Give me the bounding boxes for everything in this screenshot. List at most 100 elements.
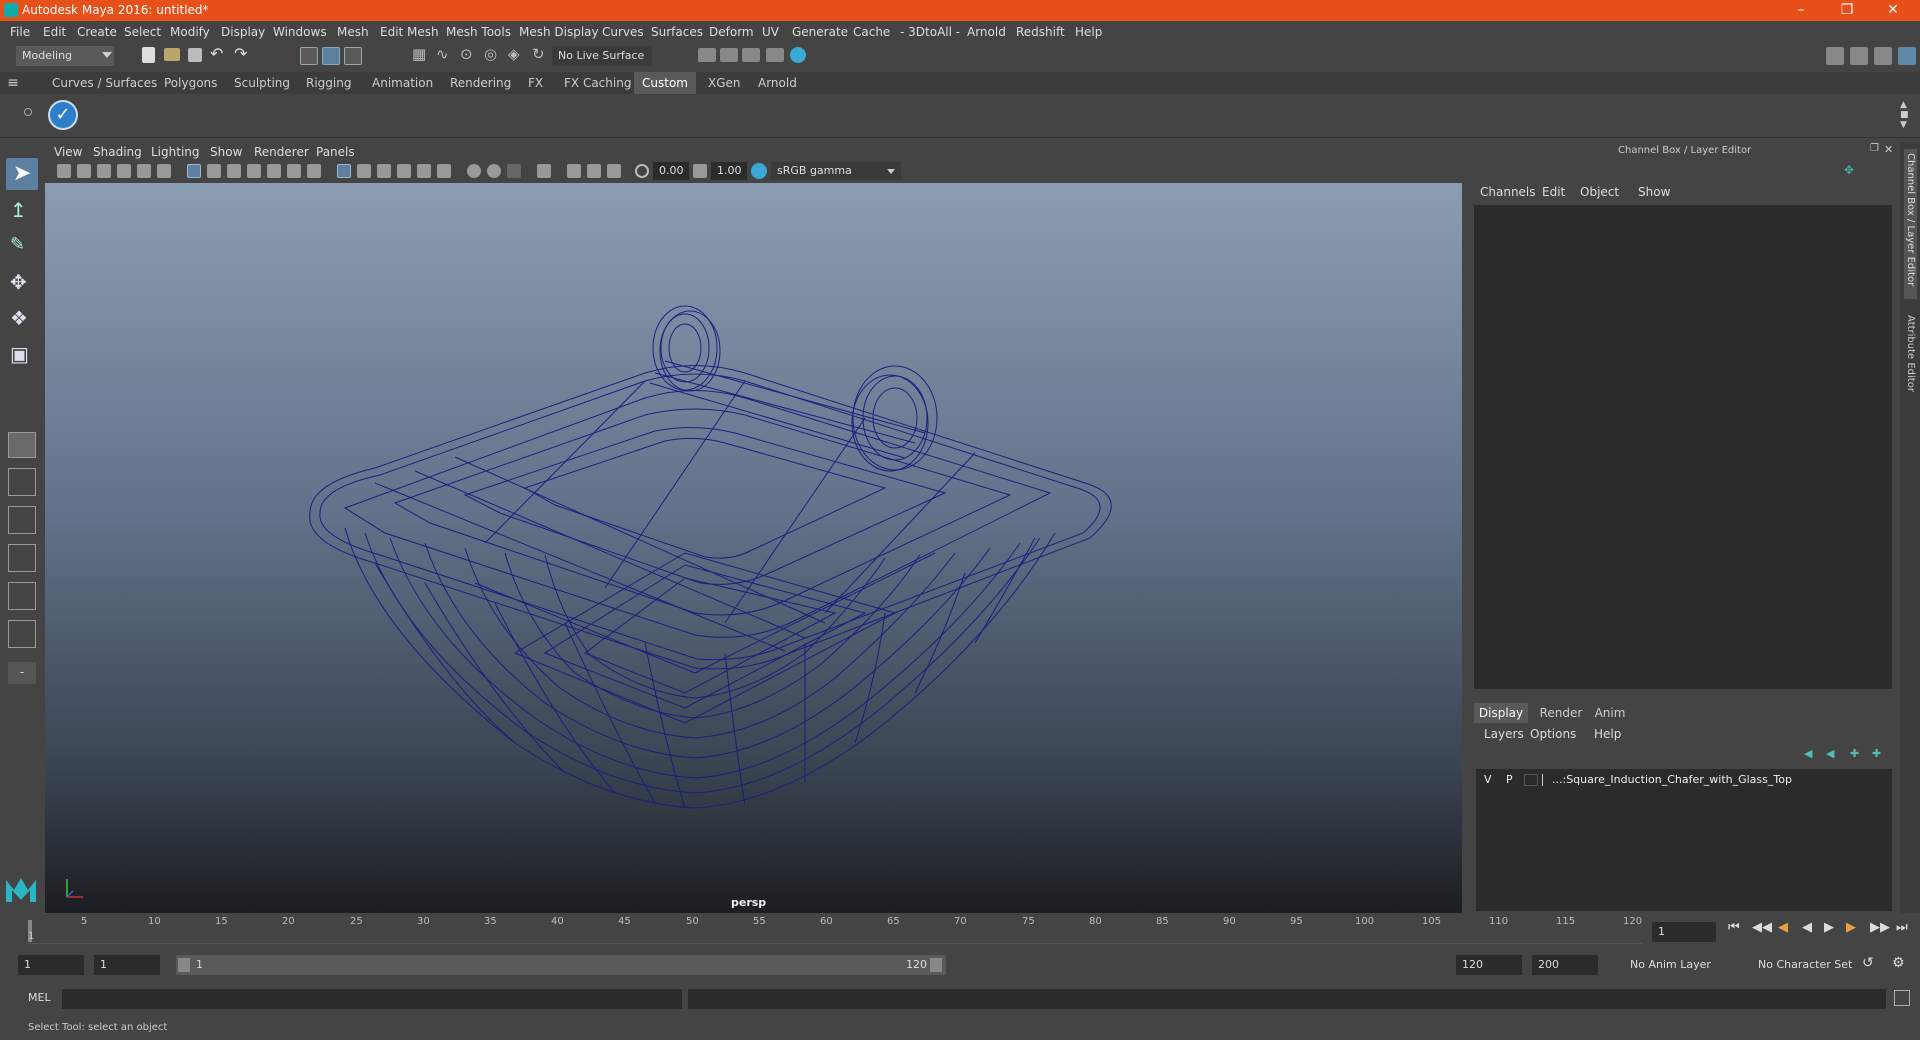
redo-icon[interactable]: ↷ — [234, 44, 247, 63]
cb-menu-channels[interactable]: Channels — [1480, 185, 1536, 199]
menu-curves[interactable]: Curves — [602, 25, 644, 39]
motion-blur-icon[interactable] — [507, 164, 521, 178]
custom-tool-icon[interactable]: ✓ — [48, 100, 78, 130]
layer-menu-options[interactable]: Options — [1530, 727, 1576, 741]
move-layer-up-icon[interactable]: ◀ — [1804, 747, 1812, 760]
menu-display[interactable]: Display — [221, 25, 265, 39]
close-panel-icon[interactable]: ✕ — [1884, 143, 1893, 156]
select-camera-icon[interactable] — [57, 164, 71, 178]
menu-redshift[interactable]: Redshift — [1016, 25, 1065, 39]
current-frame-field[interactable]: 1 — [1652, 922, 1716, 942]
save-scene-icon[interactable] — [188, 48, 202, 62]
anim-layer-dropdown[interactable]: No Anim Layer — [1624, 955, 1744, 975]
next-key-icon[interactable]: ▶ — [1846, 920, 1856, 935]
exposure-field[interactable]: 0.00 — [653, 162, 689, 180]
snap-surface-icon[interactable]: ◈ — [508, 45, 520, 63]
snap-plane-icon[interactable]: ↻ — [532, 45, 545, 63]
float-panel-icon[interactable]: ❐ — [1870, 143, 1879, 154]
play-backwards-icon[interactable]: ◀ — [1802, 920, 1812, 935]
tab-channel-box-layer-editor[interactable]: Channel Box / Layer Editor — [1904, 149, 1917, 299]
menu-mesh[interactable]: Mesh — [337, 25, 369, 39]
resolution-gate-icon[interactable] — [227, 164, 241, 178]
colorspace-dropdown[interactable]: sRGB gamma — [771, 162, 901, 180]
menu-cache[interactable]: Cache — [853, 25, 890, 39]
minimize-icon[interactable]: – — [1778, 0, 1824, 21]
tab-fx-caching[interactable]: FX Caching — [556, 72, 639, 94]
wireframe-on-shaded-icon[interactable] — [397, 164, 411, 178]
color-management-icon[interactable] — [751, 163, 767, 179]
new-layer-icon[interactable]: ✚ — [1850, 747, 1859, 760]
auto-key-icon[interactable]: ↺ — [1862, 955, 1874, 971]
range-end-handle[interactable] — [930, 958, 942, 972]
default-material-icon[interactable] — [377, 164, 391, 178]
persp-outliner-layout-icon[interactable] — [8, 506, 36, 534]
grease-pencil-icon[interactable] — [157, 164, 171, 178]
hud-icon[interactable] — [607, 164, 621, 178]
vp-menu-renderer[interactable]: Renderer — [254, 145, 309, 159]
render-settings-icon[interactable] — [766, 48, 784, 62]
layer-row[interactable]: V P ...:Square_Induction_Chafer_with_Gla… — [1478, 771, 1890, 789]
snap-curve-icon[interactable]: ∿ — [436, 45, 449, 63]
smooth-shade-icon[interactable] — [357, 164, 371, 178]
field-chart-icon[interactable] — [267, 164, 281, 178]
bookmark-icon[interactable] — [97, 164, 111, 178]
menu-edit-mesh[interactable]: Edit Mesh — [380, 25, 439, 39]
restore-icon[interactable]: ❐ — [1824, 0, 1870, 21]
range-bar[interactable]: 1 120 — [176, 955, 946, 975]
playback-start-field[interactable]: 1 — [94, 955, 160, 975]
menu-select[interactable]: Select — [124, 25, 161, 39]
tab-polygons[interactable]: Polygons — [156, 72, 225, 94]
custom-layout-icon[interactable]: - — [8, 662, 36, 684]
grid-icon[interactable] — [187, 164, 201, 178]
menu-help[interactable]: Help — [1075, 25, 1102, 39]
move-channel-icon[interactable]: ✥ — [1844, 163, 1854, 177]
lasso-tool-icon[interactable]: ↥ — [10, 198, 34, 222]
scale-tool-icon[interactable]: ▣ — [10, 342, 34, 366]
tab-display[interactable]: Display — [1474, 703, 1528, 723]
render-view-icon[interactable] — [698, 48, 716, 62]
new-scene-icon[interactable] — [142, 47, 155, 63]
tab-custom[interactable]: Custom — [634, 72, 696, 94]
layer-display-type[interactable] — [1524, 774, 1538, 786]
four-view-layout-icon[interactable] — [8, 468, 36, 496]
xray-icon[interactable] — [417, 164, 431, 178]
command-input[interactable] — [62, 989, 682, 1009]
script-editor-icon[interactable] — [1894, 990, 1910, 1006]
safe-action-icon[interactable] — [287, 164, 301, 178]
layer-visibility-toggle[interactable]: V — [1484, 773, 1492, 786]
move-layer-down-icon[interactable]: ◀ — [1826, 747, 1834, 760]
open-scene-icon[interactable] — [164, 48, 180, 61]
menu-mesh-tools[interactable]: Mesh Tools — [446, 25, 511, 39]
safe-title-icon[interactable] — [307, 164, 321, 178]
play-forwards-icon[interactable]: ▶ — [1824, 920, 1834, 935]
single-perspective-layout-icon[interactable] — [8, 432, 36, 458]
prev-key-icon[interactable]: ◀ — [1778, 920, 1788, 935]
command-language-label[interactable]: MEL — [28, 991, 51, 1004]
move-tool-icon[interactable]: ✥ — [10, 270, 34, 294]
shadows-icon[interactable] — [467, 164, 481, 178]
tab-sculpting[interactable]: Sculpting — [226, 72, 298, 94]
select-tool-icon[interactable]: ➤ — [6, 158, 38, 190]
modeling-toolkit-icon[interactable] — [1826, 47, 1844, 65]
anim-preferences-icon[interactable]: ⚙ — [1892, 955, 1905, 971]
vp-menu-lighting[interactable]: Lighting — [151, 145, 200, 159]
select-by-object-icon[interactable] — [322, 47, 340, 65]
menu-file[interactable]: File — [10, 25, 30, 39]
cb-menu-show[interactable]: Show — [1638, 185, 1670, 199]
ipr-render-icon[interactable] — [742, 48, 760, 62]
gate-mask-icon[interactable] — [247, 164, 261, 178]
menu-generate[interactable]: Generate — [792, 25, 848, 39]
cb-menu-edit[interactable]: Edit — [1542, 185, 1565, 199]
tab-animation[interactable]: Animation — [364, 72, 441, 94]
live-surface-field[interactable]: No Live Surface — [552, 46, 652, 66]
hypershade-icon[interactable] — [790, 47, 806, 63]
tab-anim[interactable]: Anim — [1588, 703, 1632, 723]
time-slider[interactable]: 1 5 10 15 20 25 30 35 40 45 50 55 60 65 … — [0, 914, 1920, 946]
attribute-editor-toggle-icon[interactable] — [1850, 47, 1868, 65]
2d-pan-zoom-icon[interactable] — [137, 164, 151, 178]
step-forward-icon[interactable]: ▶▶ — [1870, 920, 1890, 935]
outliner-persp-layout-icon[interactable] — [8, 620, 36, 648]
channel-list[interactable] — [1474, 205, 1892, 689]
gamma-field[interactable]: 1.00 — [711, 162, 747, 180]
shelf-menu-icon[interactable]: ≡ — [0, 72, 26, 94]
